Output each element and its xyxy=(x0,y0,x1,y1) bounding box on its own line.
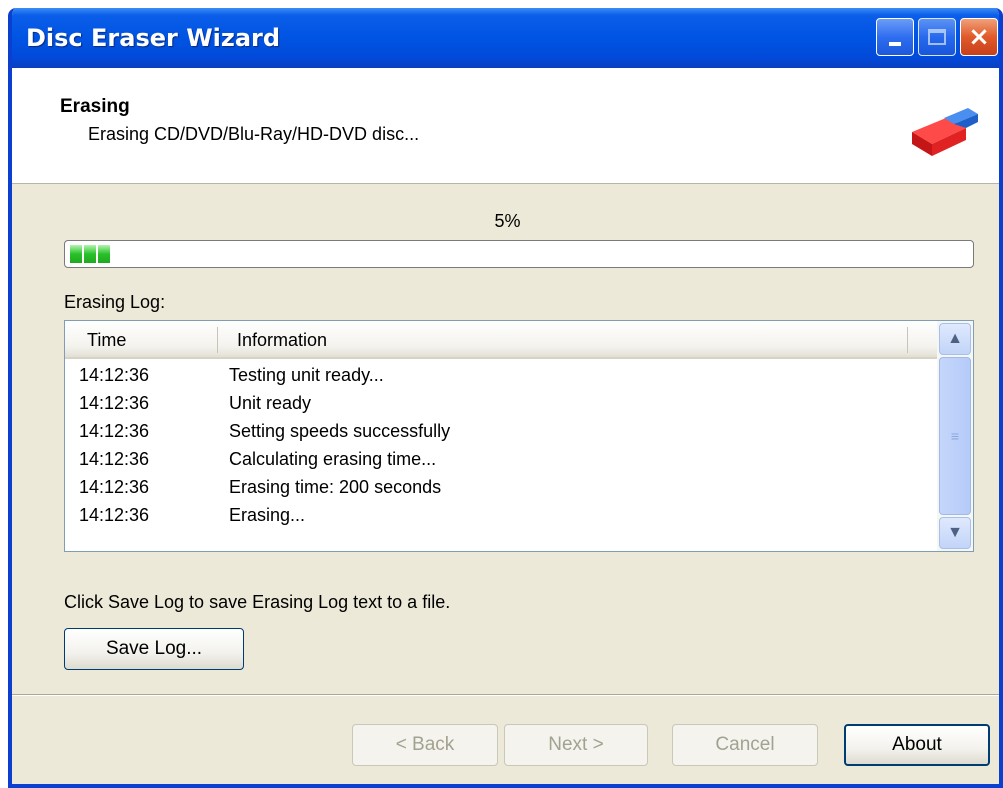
cancel-button[interactable]: Cancel xyxy=(672,724,818,766)
row-info: Unit ready xyxy=(229,393,312,413)
page-subtitle: Erasing CD/DVD/Blu-Ray/HD-DVD disc... xyxy=(88,124,420,144)
minimize-icon xyxy=(889,42,901,46)
back-button[interactable]: < Back xyxy=(352,724,498,766)
grip-icon: ≡ xyxy=(950,428,960,444)
minimize-button[interactable] xyxy=(876,18,914,56)
table-row[interactable]: 14:12:36 Testing unit ready... xyxy=(65,361,937,389)
eraser-icon xyxy=(912,108,978,156)
chevron-down-icon: ▼ xyxy=(947,524,963,541)
save-log-button[interactable]: Save Log... xyxy=(64,628,244,670)
chevron-up-icon: ▲ xyxy=(947,330,963,347)
row-info: Erasing... xyxy=(229,505,306,525)
row-info: Erasing time: 200 seconds xyxy=(229,477,442,497)
progress-segment xyxy=(70,245,82,263)
wizard-window: Disc Eraser Wizard × Erasing Erasing CD/… xyxy=(8,8,1003,788)
progress-percent: 5% xyxy=(494,211,521,231)
wizard-header: Erasing Erasing CD/DVD/Blu-Ray/HD-DVD di… xyxy=(12,68,999,184)
log-label: Erasing Log: xyxy=(64,292,166,312)
scroll-up-button[interactable]: ▲ xyxy=(939,323,971,355)
table-row[interactable]: 14:12:36 Calculating erasing time... xyxy=(65,445,937,473)
window-title: Disc Eraser Wizard xyxy=(26,24,281,52)
maximize-icon xyxy=(928,29,946,45)
row-time: 14:12:36 xyxy=(79,421,150,441)
progress-segment xyxy=(84,245,96,263)
table-row[interactable]: 14:12:36 Setting speeds successfully xyxy=(65,417,937,445)
close-button[interactable]: × xyxy=(960,18,998,56)
log-column-header: Time Information xyxy=(65,321,937,359)
erasing-log-list[interactable]: Time Information 14:12:36 Testing unit re… xyxy=(64,320,974,552)
title-bar[interactable]: Disc Eraser Wizard × xyxy=(12,8,999,68)
table-row[interactable]: 14:12:36 Erasing time: 200 seconds xyxy=(65,473,937,501)
table-row[interactable]: 14:12:36 Erasing... xyxy=(65,501,937,529)
column-divider[interactable] xyxy=(907,327,908,353)
progress-segment xyxy=(98,245,110,263)
log-rows: 14:12:36 Testing unit ready... 14:12:36 Un… xyxy=(65,361,937,529)
row-time: 14:12:36 xyxy=(79,365,150,385)
column-information[interactable]: Information xyxy=(237,330,327,351)
row-time: 14:12:36 xyxy=(79,393,150,413)
row-time: 14:12:36 xyxy=(79,477,150,497)
maximize-button[interactable] xyxy=(918,18,956,56)
log-scrollbar[interactable]: ▲ ≡ ▼ xyxy=(937,321,973,551)
save-log-hint: Click Save Log to save Erasing Log text … xyxy=(64,592,451,612)
next-button[interactable]: Next > xyxy=(504,724,648,766)
table-row[interactable]: 14:12:36 Unit ready xyxy=(65,389,937,417)
page-title: Erasing xyxy=(60,96,130,117)
scroll-thumb[interactable]: ≡ xyxy=(939,357,971,515)
row-time: 14:12:36 xyxy=(79,449,150,469)
row-time: 14:12:36 xyxy=(79,505,150,525)
row-info: Testing unit ready... xyxy=(229,365,384,385)
column-divider[interactable] xyxy=(217,327,218,353)
scroll-down-button[interactable]: ▼ xyxy=(939,517,971,549)
progress-bar xyxy=(64,240,974,268)
row-info: Calculating erasing time... xyxy=(229,449,437,469)
row-info: Setting speeds successfully xyxy=(229,421,451,441)
column-time[interactable]: Time xyxy=(87,330,126,351)
progress-fill xyxy=(70,245,968,263)
about-button[interactable]: About xyxy=(844,724,990,766)
close-icon: × xyxy=(968,22,990,52)
footer-divider xyxy=(12,694,999,696)
